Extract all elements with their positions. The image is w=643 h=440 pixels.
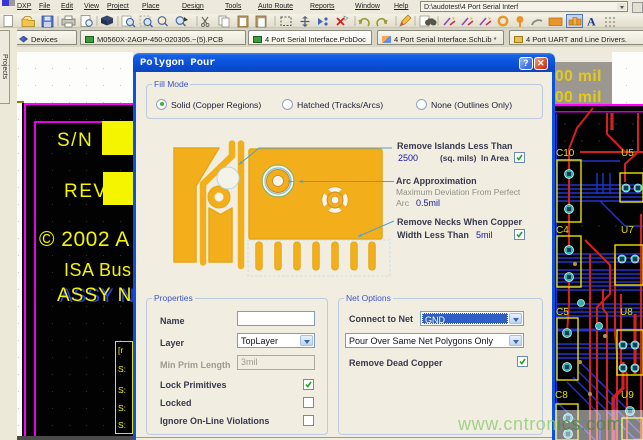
svg-text:U8: U8 — [620, 307, 633, 318]
svg-text:A: A — [587, 15, 596, 29]
svg-text:C5: C5 — [556, 307, 569, 318]
svg-text:U5: U5 — [621, 148, 634, 159]
svg-text:U7: U7 — [621, 225, 634, 236]
svg-text:U9: U9 — [621, 390, 634, 401]
svg-text:C4: C4 — [556, 225, 569, 236]
svg-text:C10: C10 — [556, 148, 575, 159]
svg-text:C8: C8 — [555, 390, 568, 401]
